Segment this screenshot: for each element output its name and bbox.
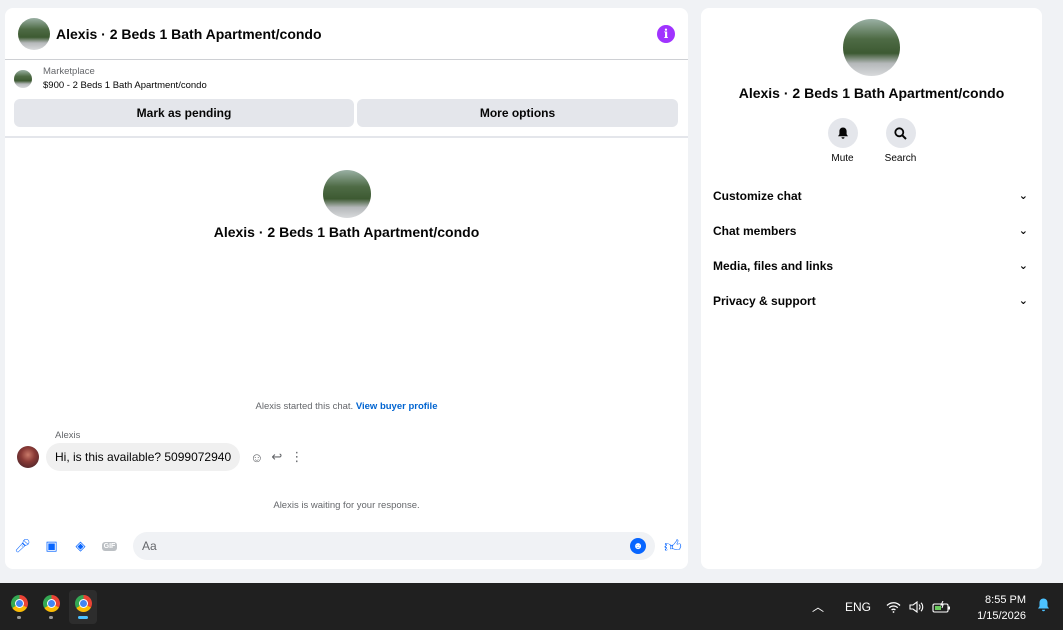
microphone-icon[interactable]: 🎤︎ — [14, 538, 31, 554]
listing-thumbnail — [14, 69, 32, 88]
info-title: Alexis · 2 Beds 1 Bath Apartment/condo — [738, 85, 1005, 101]
search-button[interactable]: Search — [884, 118, 917, 164]
mute-button[interactable]: Mute — [827, 118, 858, 164]
info-avatar[interactable] — [843, 19, 900, 76]
volume-icon[interactable] — [909, 600, 924, 613]
composer: 🎤︎ ▣ ◈ GIF Aa ☻ 👍︎ — [5, 530, 688, 562]
listing-summary: $900 - 2 Beds 1 Bath Apartment/condo — [43, 79, 207, 91]
chrome-icon — [42, 595, 60, 612]
react-icon[interactable]: ☺ — [250, 450, 263, 465]
like-icon[interactable]: 👍︎ — [664, 536, 682, 557]
listing-actions: Mark as pending More options — [5, 97, 688, 127]
chat-header: Alexis · 2 Beds 1 Bath Apartment/condo i — [5, 8, 688, 60]
chevron-down-icon: ⌄ — [1018, 190, 1028, 202]
info-sections: Customize chat ⌄ Chat members ⌄ Media, f… — [701, 178, 1042, 318]
hero-title: Alexis · 2 Beds 1 Bath Apartment/condo — [213, 224, 480, 240]
waiting-note: Alexis is waiting for your response. — [273, 500, 420, 511]
language-indicator[interactable]: ENG — [845, 583, 871, 630]
chevron-down-icon: ⌄ — [1018, 260, 1028, 272]
battery-icon[interactable] — [932, 600, 952, 613]
more-options-button[interactable]: More options — [357, 99, 678, 127]
taskbar-app-chrome[interactable] — [5, 590, 33, 624]
listing-avatar[interactable] — [18, 17, 50, 50]
message-bubble[interactable]: Hi, is this available? 5099072940 — [46, 443, 241, 471]
system-tray[interactable] — [886, 583, 952, 630]
gif-icon[interactable]: GIF — [101, 539, 118, 554]
mark-as-pending-button[interactable]: Mark as pending — [14, 99, 354, 127]
conversation-info-panel: Alexis · 2 Beds 1 Bath Apartment/condo M… — [701, 8, 1042, 569]
section-chat-members[interactable]: Chat members ⌄ — [701, 213, 1042, 248]
clock-time: 8:55 PM — [985, 594, 1026, 606]
message-input[interactable]: Aa ☻ — [133, 532, 655, 560]
chat-started-note: Alexis started this chat. View buyer pro… — [5, 401, 688, 412]
reply-icon[interactable]: ↩ — [271, 449, 282, 465]
bell-icon[interactable] — [827, 118, 858, 148]
sticker-icon[interactable]: ◈ — [73, 538, 88, 554]
marketplace-listing[interactable]: Marketplace $900 - 2 Beds 1 Bath Apartme… — [5, 60, 688, 97]
header-divider — [5, 136, 688, 138]
conversation-hero: Alexis · 2 Beds 1 Bath Apartment/condo — [5, 170, 688, 240]
message-actions: ☺ ↩ ⋮ — [250, 449, 303, 465]
marketplace-label: Marketplace — [43, 65, 95, 77]
section-label: Chat members — [713, 223, 797, 238]
hero-avatar[interactable] — [322, 170, 371, 218]
show-hidden-icons[interactable]: ︿ — [812, 583, 824, 630]
emoji-icon[interactable]: ☻ — [630, 538, 646, 554]
more-icon[interactable]: ⋮ — [290, 449, 303, 465]
section-customize-chat[interactable]: Customize chat ⌄ — [701, 178, 1042, 213]
chat-panel: Alexis · 2 Beds 1 Bath Apartment/condo i… — [5, 8, 688, 569]
view-buyer-profile-link[interactable]: View buyer profile — [356, 401, 438, 412]
section-media-files-links[interactable]: Media, files and links ⌄ — [701, 248, 1042, 283]
chat-started-text: Alexis started this chat. — [255, 401, 354, 412]
chevron-up-icon[interactable]: ︿ — [812, 598, 824, 615]
clock-date: 1/15/2026 — [977, 610, 1026, 622]
taskbar-app-chrome[interactable] — [37, 590, 65, 624]
info-icon[interactable]: i — [657, 24, 675, 43]
wifi-icon[interactable] — [886, 601, 901, 613]
photo-icon[interactable]: ▣ — [44, 538, 59, 554]
message-sender: Alexis — [55, 430, 81, 441]
taskbar: ︿ ENG 8:55 PM 1/15/2026 — [0, 583, 1063, 630]
message-row: Hi, is this available? 5099072940 ☺ ↩ ⋮ — [17, 443, 303, 471]
running-indicator — [17, 616, 21, 619]
info-actions: Mute Search — [701, 118, 1042, 164]
chrome-icon — [74, 595, 92, 612]
search-label: Search — [884, 153, 917, 164]
section-privacy-support[interactable]: Privacy & support ⌄ — [701, 283, 1042, 318]
marketplace-text: Marketplace $900 - 2 Beds 1 Bath Apartme… — [43, 65, 207, 93]
running-indicator — [49, 616, 53, 619]
section-label: Media, files and links — [713, 258, 834, 273]
chrome-icon — [10, 595, 28, 612]
section-label: Privacy & support — [713, 293, 816, 308]
search-icon[interactable] — [885, 118, 916, 148]
clock[interactable]: 8:55 PM 1/15/2026 — [977, 592, 1026, 624]
notification-bell-icon[interactable] — [1037, 598, 1050, 616]
active-indicator — [78, 616, 88, 619]
message-placeholder: Aa — [142, 539, 157, 553]
taskbar-app-chrome-active[interactable] — [69, 590, 97, 624]
section-label: Customize chat — [713, 188, 802, 203]
chat-title[interactable]: Alexis · 2 Beds 1 Bath Apartment/condo — [56, 26, 322, 42]
chevron-down-icon: ⌄ — [1018, 295, 1028, 307]
mute-label: Mute — [831, 153, 854, 164]
chevron-down-icon: ⌄ — [1018, 225, 1028, 237]
sender-avatar[interactable] — [17, 446, 39, 468]
